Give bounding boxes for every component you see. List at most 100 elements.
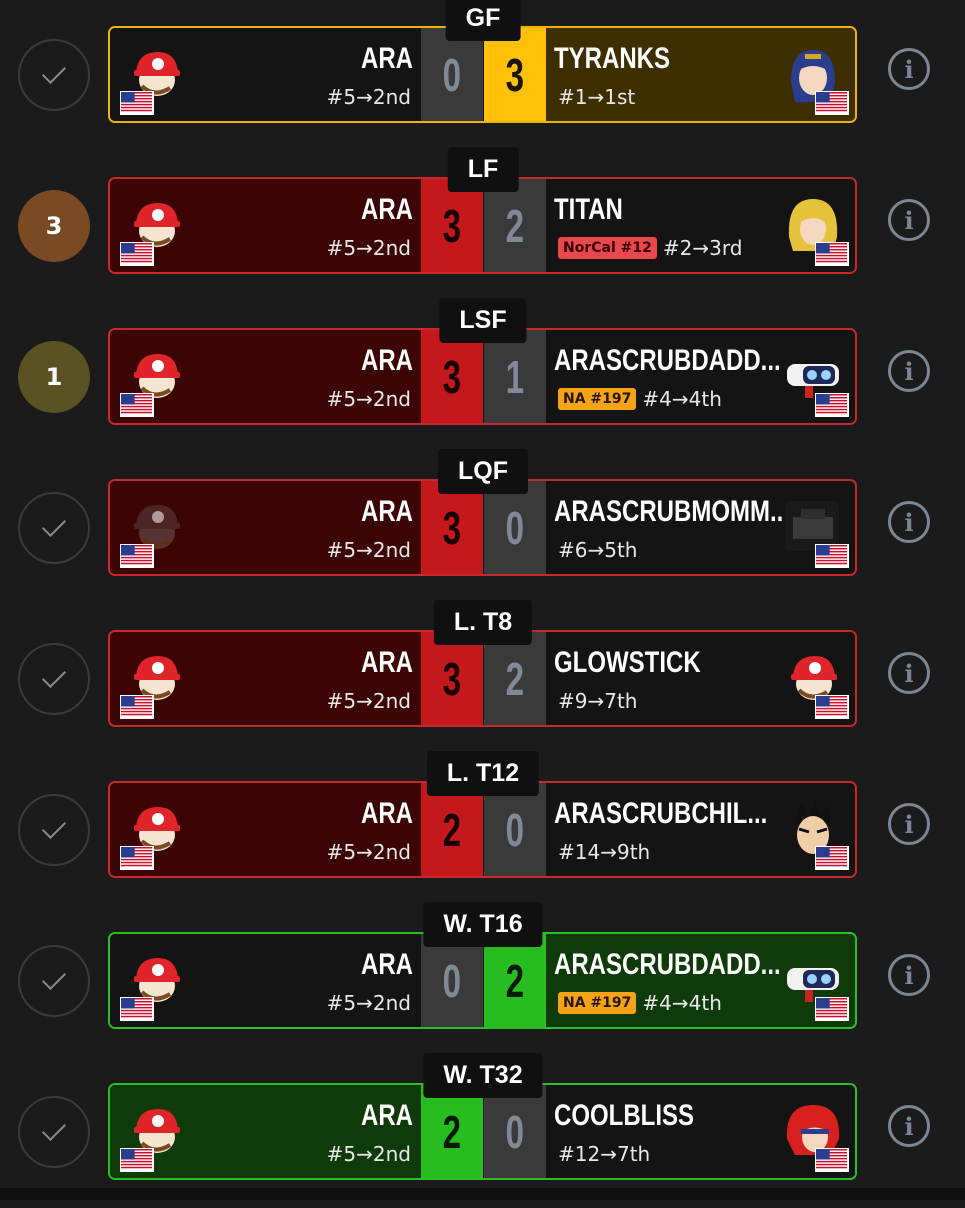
right-score: 3 bbox=[484, 28, 546, 121]
completed-check-icon[interactable] bbox=[18, 39, 90, 111]
player-right: TITAN NorCal #12 #2→3rd bbox=[546, 179, 855, 272]
player-name[interactable]: ARASCRUBMOMM... bbox=[554, 495, 790, 529]
left-score: 2 bbox=[421, 783, 483, 876]
player-right: ARASCRUBCHIL... #14→9th bbox=[546, 783, 855, 876]
round-label: LSF bbox=[439, 298, 527, 343]
match-row[interactable]: ARA #5→2nd 3 2 GLOWSTICK #9→7th L. T8 i bbox=[0, 600, 965, 755]
us-flag-icon bbox=[120, 695, 154, 719]
us-flag-icon bbox=[815, 997, 849, 1021]
player-left: ARA #5→2nd bbox=[110, 1085, 421, 1178]
player-name[interactable]: ARA bbox=[361, 646, 413, 680]
player-left: ARA #5→2nd bbox=[110, 28, 421, 121]
round-label: LF bbox=[447, 147, 519, 192]
player-left: ARA #5→2nd bbox=[110, 783, 421, 876]
right-score: 0 bbox=[484, 481, 546, 574]
left-score: 3 bbox=[421, 179, 483, 272]
player-left: ARA #5→2nd bbox=[110, 330, 421, 423]
seed-placement: #12→7th bbox=[558, 1142, 651, 1166]
right-score: 2 bbox=[484, 934, 546, 1027]
ranking-badge: NorCal #12 bbox=[558, 237, 657, 259]
ranking-badge: NA #197 bbox=[558, 388, 637, 410]
game-count-badge: 1 bbox=[18, 341, 90, 413]
info-icon[interactable]: i bbox=[888, 48, 930, 90]
match-row[interactable]: ARA #5→2nd 3 0 ARASCRUBMOMM... #6→5th LQ… bbox=[0, 449, 965, 604]
left-score: 0 bbox=[421, 934, 483, 1027]
player-name[interactable]: ARASCRUBCHIL... bbox=[554, 797, 767, 831]
info-icon[interactable]: i bbox=[888, 652, 930, 694]
seed-placement: #5→2nd bbox=[326, 387, 411, 411]
left-score: 0 bbox=[421, 28, 483, 121]
match-row[interactable]: ARA #5→2nd 0 3 TYRANKS #1→1st GF i bbox=[0, 0, 965, 151]
info-icon[interactable]: i bbox=[888, 803, 930, 845]
player-right: ARASCRUBMOMM... #6→5th bbox=[546, 481, 855, 574]
seed-placement: #6→5th bbox=[558, 538, 638, 562]
info-icon[interactable]: i bbox=[888, 199, 930, 241]
left-score: 3 bbox=[421, 481, 483, 574]
player-name[interactable]: TITAN bbox=[554, 193, 623, 227]
player-right: TYRANKS #1→1st bbox=[546, 28, 855, 121]
match-row[interactable]: ARA #5→2nd 2 0 COOLBLISS #12→7th W. T32 … bbox=[0, 1053, 965, 1208]
left-score: 2 bbox=[421, 1085, 483, 1178]
seed-placement: #5→2nd bbox=[326, 840, 411, 864]
seed-placement: #5→2nd bbox=[326, 991, 411, 1015]
player-right: COOLBLISS #12→7th bbox=[546, 1085, 855, 1178]
player-left: ARA #5→2nd bbox=[110, 934, 421, 1027]
info-icon[interactable]: i bbox=[888, 501, 930, 543]
player-name[interactable]: ARA bbox=[361, 344, 413, 378]
round-label: L. T12 bbox=[426, 751, 540, 796]
player-left: ARA #5→2nd bbox=[110, 481, 421, 574]
info-icon[interactable]: i bbox=[888, 350, 930, 392]
bottom-bar bbox=[0, 1188, 965, 1200]
left-score: 3 bbox=[421, 632, 483, 725]
player-left: ARA #5→2nd bbox=[110, 179, 421, 272]
player-name[interactable]: TYRANKS bbox=[554, 42, 670, 76]
match-row[interactable]: 3 ARA #5→2nd 3 2 TITAN NorCal #12#2→3rd bbox=[0, 147, 965, 302]
right-score: 1 bbox=[484, 330, 546, 423]
player-name[interactable]: COOLBLISS bbox=[554, 1099, 694, 1133]
right-score: 2 bbox=[484, 632, 546, 725]
player-name[interactable]: ARA bbox=[361, 948, 413, 982]
player-name[interactable]: ARASCRUBDADD... bbox=[554, 344, 781, 378]
player-right: ARASCRUBDADD... NA #197 #4→4th bbox=[546, 934, 855, 1027]
seed-placement: #9→7th bbox=[558, 689, 638, 713]
info-icon[interactable]: i bbox=[888, 954, 930, 996]
seed-placement: #5→2nd bbox=[326, 85, 411, 109]
completed-check-icon[interactable] bbox=[18, 945, 90, 1017]
info-icon[interactable]: i bbox=[888, 1105, 930, 1147]
player-name[interactable]: ARA bbox=[361, 797, 413, 831]
player-name[interactable]: ARASCRUBDADD... bbox=[554, 948, 781, 982]
completed-check-icon[interactable] bbox=[18, 1096, 90, 1168]
player-name[interactable]: GLOWSTICK bbox=[554, 646, 701, 680]
player-right: ARASCRUBDADD... NA #197 #4→4th bbox=[546, 330, 855, 423]
us-flag-icon bbox=[120, 544, 154, 568]
us-flag-icon bbox=[120, 242, 154, 266]
player-left: ARA #5→2nd bbox=[110, 632, 421, 725]
us-flag-icon bbox=[815, 393, 849, 417]
us-flag-icon bbox=[815, 1148, 849, 1172]
player-right: GLOWSTICK #9→7th bbox=[546, 632, 855, 725]
seed-placement: #14→9th bbox=[558, 840, 651, 864]
match-row[interactable]: 1 ARA #5→2nd 3 1 ARASCRUBDADD... NA #197… bbox=[0, 298, 965, 453]
player-name[interactable]: ARA bbox=[361, 42, 413, 76]
game-count-badge: 3 bbox=[18, 190, 90, 262]
player-name[interactable]: ARA bbox=[361, 1099, 413, 1133]
us-flag-icon bbox=[815, 242, 849, 266]
player-name[interactable]: ARA bbox=[361, 495, 413, 529]
completed-check-icon[interactable] bbox=[18, 643, 90, 715]
left-score: 3 bbox=[421, 330, 483, 423]
us-flag-icon bbox=[120, 91, 154, 115]
player-name[interactable]: ARA bbox=[361, 193, 413, 227]
seed-placement: #5→2nd bbox=[326, 1142, 411, 1166]
right-score: 0 bbox=[484, 1085, 546, 1178]
us-flag-icon bbox=[120, 997, 154, 1021]
completed-check-icon[interactable] bbox=[18, 794, 90, 866]
match-row[interactable]: ARA #5→2nd 2 0 ARASCRUBCHIL... #14→9th L… bbox=[0, 751, 965, 906]
round-label: W. T32 bbox=[423, 1053, 543, 1098]
seed-placement: #5→2nd bbox=[326, 689, 411, 713]
match-row[interactable]: ARA #5→2nd 0 2 ARASCRUBDADD... NA #197 #4… bbox=[0, 902, 965, 1057]
seed-placement: #5→2nd bbox=[326, 538, 411, 562]
us-flag-icon bbox=[815, 544, 849, 568]
round-label: W. T16 bbox=[423, 902, 543, 947]
completed-check-icon[interactable] bbox=[18, 492, 90, 564]
us-flag-icon bbox=[815, 91, 849, 115]
